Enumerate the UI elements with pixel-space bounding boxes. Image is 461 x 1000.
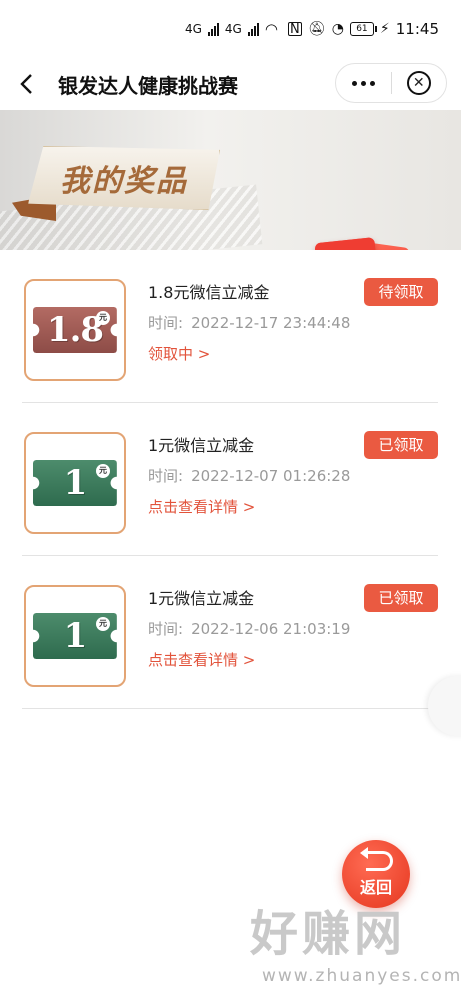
prize-status-link[interactable]: 领取中 > [148,343,438,364]
banner-ribbon: 我的奖品 [28,146,220,210]
prize-time: 时间: 2022-12-17 23:44:48 [148,312,438,333]
banner-title: 我的奖品 [60,164,188,199]
prize-detail-link[interactable]: 点击查看详情 > [148,496,438,517]
prize-time-value: 2022-12-07 01:26:28 [191,467,351,485]
prize-time-label: 时间: [148,620,184,638]
nfc-icon: N [287,22,302,37]
watermark-url: www.zhuanyes.com [262,966,461,986]
prize-list: 1.8 元 1.8元微信立减金 时间: 2022-12-17 23:44:48 领… [22,250,438,709]
coupon-ticket-icon: 1 元 [33,613,117,659]
coupon-amount: 1.8 [46,310,104,350]
network-indicators: 4G 4G ◠ [185,20,278,38]
prize-item: 1.8 元 1.8元微信立减金 时间: 2022-12-17 23:44:48 领… [22,250,438,403]
coupon-ticket-icon: 1 元 [33,460,117,506]
battery-icon: 61 [349,22,377,36]
back-button[interactable] [0,58,52,110]
prize-banner: 我的奖品 [0,110,461,250]
signal-icon-2 [247,22,259,36]
net-type-1: 4G [184,22,202,36]
mute-bell-icon: 🔕︎ [307,21,326,37]
watermark-logo: 好赚网 [250,906,407,962]
status-badge: 已领取 [364,431,438,459]
prize-time-label: 时间: [148,467,184,485]
coupon-thumbnail: 1.8 元 [24,279,126,381]
chevron-left-icon [20,74,32,94]
clock: 11:45 [395,20,439,38]
prize-detail-link[interactable]: 点击查看详情 > [148,649,438,670]
close-button[interactable]: ✕ [392,64,447,102]
more-dots-icon [351,80,375,86]
return-arrow-icon [359,846,393,871]
return-button-label: 返回 [359,877,392,897]
prize-item: 1 元 1元微信立减金 时间: 2022-12-06 21:03:19 点击查看详… [22,556,438,709]
mini-program-capsule: ✕ [335,63,447,103]
return-button[interactable]: 返回 [342,840,410,908]
speed-gauge-icon: ◔ [331,21,344,37]
coupon-ticket-icon: 1.8 元 [33,307,117,353]
coupon-amount: 1 [63,463,88,503]
prize-item: 1 元 1元微信立减金 时间: 2022-12-07 01:26:28 点击查看详… [22,403,438,556]
coupon-unit: 元 [96,311,110,325]
coupon-amount: 1 [63,616,88,656]
status-bar: 4G 4G ◠ N 🔕︎ ◔ 61 ⚡︎ 11:45 [0,0,461,58]
page-title: 银发达人健康挑战赛 [58,73,238,98]
coupon-thumbnail: 1 元 [24,585,126,687]
prize-time-label: 时间: [148,314,184,332]
close-icon: ✕ [406,71,431,95]
net-type-2: 4G [224,22,242,36]
prize-time-value: 2022-12-06 21:03:19 [191,620,351,638]
prize-time-value: 2022-12-17 23:44:48 [191,314,351,332]
status-badge[interactable]: 待领取 [364,278,438,306]
wifi-icon: ◠ [264,20,278,38]
nav-bar: 银发达人健康挑战赛 ✕ [0,58,461,110]
red-envelope-icon [314,237,382,250]
status-badge: 已领取 [364,584,438,612]
prize-time: 时间: 2022-12-07 01:26:28 [148,465,438,486]
charging-icon: ⚡︎ [379,21,390,37]
coupon-thumbnail: 1 元 [24,432,126,534]
signal-icon [207,22,219,36]
coupon-unit: 元 [96,617,110,631]
more-button[interactable] [336,64,391,102]
prize-time: 时间: 2022-12-06 21:03:19 [148,618,438,639]
system-indicators: N 🔕︎ ◔ 61 ⚡︎ 11:45 [287,20,439,38]
coupon-unit: 元 [96,464,110,478]
